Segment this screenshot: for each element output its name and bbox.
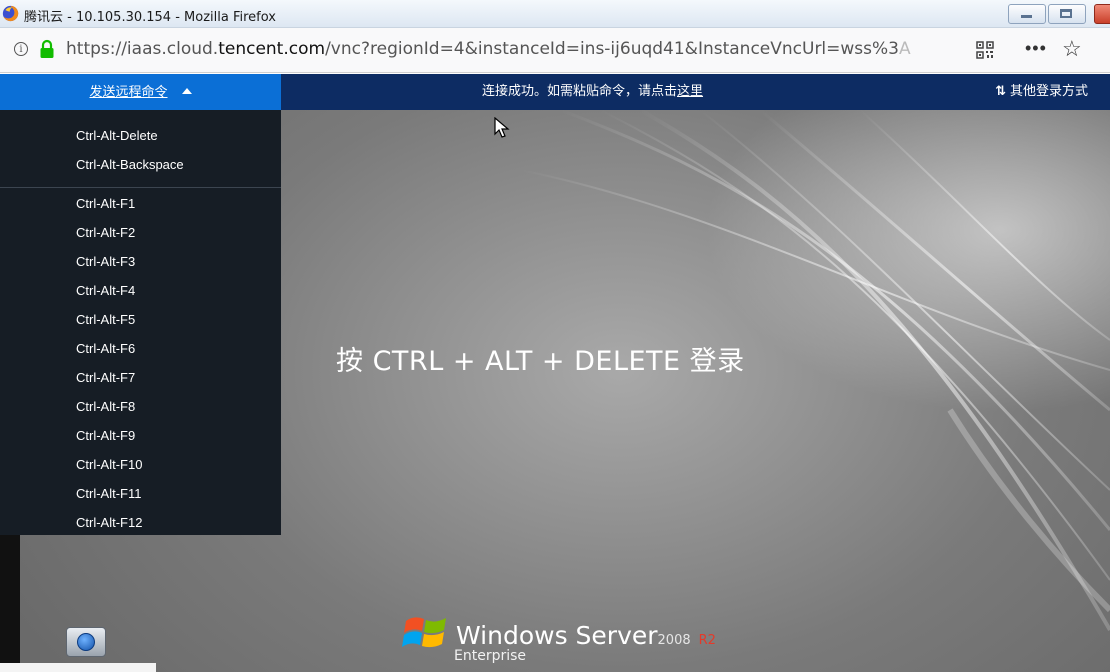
lock-icon[interactable] xyxy=(39,39,55,59)
menu-item-ctrl-alt-f1[interactable]: Ctrl-Alt-F1 xyxy=(76,196,135,211)
mouse-cursor-icon xyxy=(494,117,510,138)
notice-text: 连接成功。如需粘贴命令，请点击 xyxy=(482,84,678,99)
vnc-toolbar: 发送远程命令 连接成功。如需粘贴命令，请点击这里 ⇅ 其他登录方式 xyxy=(0,74,1110,110)
brand-edition: Enterprise xyxy=(454,648,527,664)
other-login-label: 其他登录方式 xyxy=(1009,84,1088,99)
windows-flag-icon xyxy=(402,617,446,648)
send-remote-command-label: 发送远程命令 xyxy=(89,85,168,100)
menu-item-ctrl-alt-f12[interactable]: Ctrl-Alt-F12 xyxy=(76,515,142,530)
ease-of-access-icon xyxy=(77,633,95,651)
url-text[interactable]: https://iaas.cloud.tencent.com/vnc?regio… xyxy=(66,39,946,59)
paste-command-link[interactable]: 这里 xyxy=(677,84,703,99)
window-title: 腾讯云 - 10.105.30.154 - Mozilla Firefox xyxy=(24,10,276,25)
firefox-icon xyxy=(2,5,19,22)
menu-item-ctrl-alt-f6[interactable]: Ctrl-Alt-F6 xyxy=(76,341,135,356)
minimize-icon xyxy=(1021,15,1032,18)
window-titlebar: 腾讯云 - 10.105.30.154 - Mozilla Firefox xyxy=(0,0,1110,28)
menu-item-ctrl-alt-f2[interactable]: Ctrl-Alt-F2 xyxy=(76,225,135,240)
menu-item-ctrl-alt-f5[interactable]: Ctrl-Alt-F5 xyxy=(76,312,135,327)
menu-separator xyxy=(0,187,281,188)
connection-notice: 连接成功。如需粘贴命令，请点击这里 xyxy=(482,74,703,110)
maximize-icon xyxy=(1060,9,1072,18)
brand-text: Windows Server2008 R2 xyxy=(456,621,716,650)
caret-up-icon xyxy=(181,88,192,94)
brand-release: R2 xyxy=(698,633,716,648)
menu-item-ctrl-alt-f8[interactable]: Ctrl-Alt-F8 xyxy=(76,399,135,414)
url-fade: A xyxy=(899,39,911,59)
bookmark-star-icon[interactable]: ☆ xyxy=(1062,36,1082,62)
qr-code-icon[interactable] xyxy=(976,41,994,59)
menu-item-ctrl-alt-f11[interactable]: Ctrl-Alt-F11 xyxy=(76,486,141,501)
ease-of-access-button[interactable] xyxy=(66,627,106,657)
remote-command-menu: Ctrl-Alt-Delete Ctrl-Alt-Backspace Ctrl-… xyxy=(0,110,281,535)
left-edge-strip xyxy=(0,535,20,672)
url-prefix: https://iaas.cloud. xyxy=(66,39,219,59)
maximize-button[interactable] xyxy=(1048,4,1086,24)
brand-year: 2008 xyxy=(657,633,691,648)
menu-item-ctrl-alt-f7[interactable]: Ctrl-Alt-F7 xyxy=(76,370,135,385)
login-prompt: 按 CTRL + ALT + DELETE 登录 xyxy=(336,346,745,377)
brand-name: Windows Server xyxy=(456,621,658,650)
send-remote-command-button[interactable]: 发送远程命令 xyxy=(0,74,281,110)
switch-icon: ⇅ xyxy=(995,84,1006,99)
info-icon[interactable]: i xyxy=(14,42,28,56)
minimize-button[interactable] xyxy=(1008,4,1046,24)
address-bar[interactable]: i https://iaas.cloud.tencent.com/vnc?reg… xyxy=(0,28,1110,73)
menu-item-ctrl-alt-f10[interactable]: Ctrl-Alt-F10 xyxy=(76,457,142,472)
menu-item-ctrl-alt-delete[interactable]: Ctrl-Alt-Delete xyxy=(76,128,158,143)
menu-item-ctrl-alt-f9[interactable]: Ctrl-Alt-F9 xyxy=(76,428,135,443)
page-actions-menu-icon[interactable]: ••• xyxy=(1025,38,1047,59)
menu-item-ctrl-alt-backspace[interactable]: Ctrl-Alt-Backspace xyxy=(76,157,184,172)
menu-item-ctrl-alt-f3[interactable]: Ctrl-Alt-F3 xyxy=(76,254,135,269)
close-button[interactable] xyxy=(1094,4,1110,24)
url-domain: tencent.com xyxy=(218,39,326,59)
bottom-left-strip xyxy=(0,663,156,672)
menu-item-ctrl-alt-f4[interactable]: Ctrl-Alt-F4 xyxy=(76,283,135,298)
other-login-methods-button[interactable]: ⇅ 其他登录方式 xyxy=(995,74,1088,110)
url-rest: /vnc?regionId=4&instanceId=ins-ij6uqd41&… xyxy=(325,39,899,59)
